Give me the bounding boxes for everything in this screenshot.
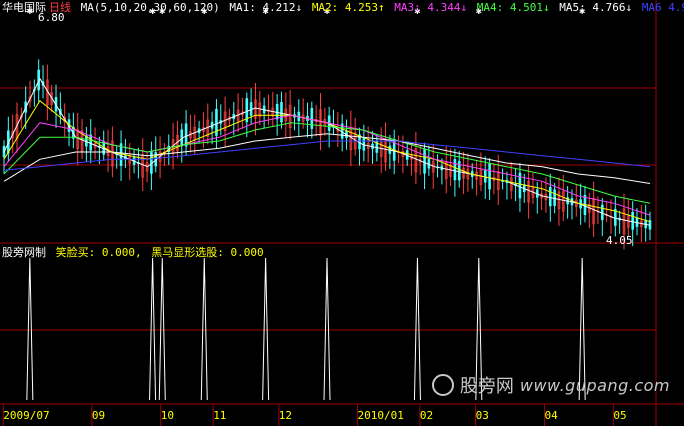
ma2-value: MA2: 4.253↑ [311, 1, 385, 14]
ma6-value: MA6 4.995 [641, 1, 684, 14]
stock-chart-root: { "header": { "stock_name": "华电国际", "per… [0, 0, 684, 426]
candle-body [310, 107, 314, 129]
high-price-label: 6.80 [38, 11, 65, 24]
ma5-value: MA5: 4.766↓ [559, 1, 633, 14]
ma3-value: MA3: 4.344↓ [394, 1, 468, 14]
x-tick-label: 04 [544, 409, 558, 422]
indicator-spike [323, 257, 331, 401]
candle-body [362, 137, 366, 151]
candle-body [280, 102, 283, 123]
candle-body [553, 189, 556, 206]
x-tick-label: 12 [278, 409, 293, 422]
indicator-name[interactable]: 股旁网制 [2, 246, 46, 259]
indicator-spike [158, 257, 166, 401]
gupang-logo-icon [431, 374, 454, 396]
candle-body [453, 159, 457, 181]
indicator-spike [26, 257, 34, 401]
ma-line-ma4 [3, 122, 651, 204]
ma-line-ma2 [3, 99, 651, 223]
x-tick-label: 05 [613, 409, 627, 422]
x-tick-label: 10 [160, 409, 174, 422]
smile-buy-value: 笑脸买: 0.000, [55, 246, 142, 259]
ma-params: MA(5,10,20,30,60,120) [80, 1, 220, 14]
candle-body [631, 212, 634, 230]
main-header: 华电国际 日线 MA(5,10,20,30,60,120) MA1: 4.212↓… [2, 1, 684, 14]
x-tick-label: 2010/01 [357, 409, 404, 422]
watermark-url: www.gupang.com [519, 375, 670, 395]
x-tick-label: 03 [475, 409, 489, 422]
low-price-label: 4.05 [606, 234, 633, 247]
ma4-value: MA4: 4.501↓ [476, 1, 550, 14]
candle-body [488, 163, 491, 190]
candle-body [548, 186, 552, 207]
dark-horse-value: 黑马显形选股: 0.000 [151, 246, 264, 259]
indicator-spike [149, 257, 157, 401]
x-tick-label: 2009/07 [3, 409, 50, 422]
indicator-spike [262, 257, 270, 401]
chart-svg: ✱ ✱ ✱ ✱ ✱ ✱ ✱ ✱ ✱ [0, 0, 684, 426]
x-tick-label: 02 [419, 409, 434, 422]
ma1-value: MA1: 4.212↓ [229, 1, 303, 14]
candle-body [275, 103, 279, 120]
indicator-spike [413, 257, 421, 401]
x-tick-label: 11 [213, 409, 227, 422]
candle-body [150, 150, 153, 174]
watermark-cn: 股旁网 [459, 376, 514, 397]
candle-body [423, 148, 426, 174]
x-tick-label: 09 [91, 409, 106, 422]
watermark: 股旁网 www.gupang.com [431, 372, 670, 398]
indicator-spike [200, 257, 208, 401]
indicator-header: 股旁网制 笑脸买: 0.000, 黑马显形选股: 0.000 [2, 246, 267, 259]
